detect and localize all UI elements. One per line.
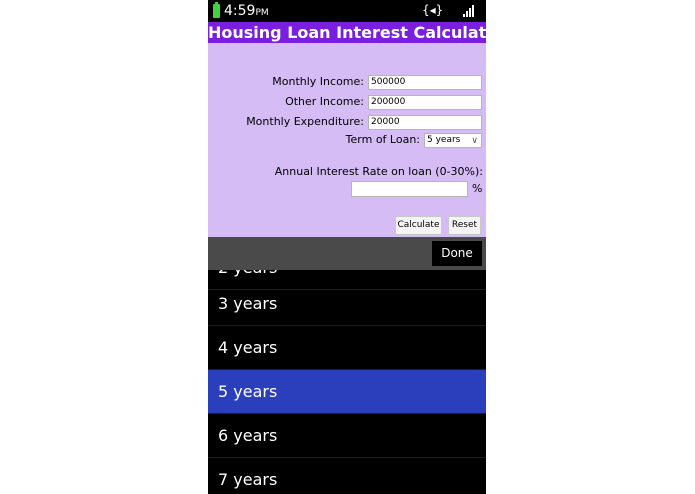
done-button[interactable]: Done	[432, 241, 482, 266]
monthly-income-label: Monthly Income:	[272, 75, 364, 88]
rate-field[interactable]	[351, 181, 468, 197]
other-income-field[interactable]: 200000	[368, 95, 482, 110]
page-title: Housing Loan Interest Calculator	[208, 22, 486, 43]
rate-label: Annual Interest Rate on loan (0-30%):	[274, 165, 483, 178]
monthly-expenditure-field[interactable]: 20000	[368, 115, 482, 130]
battery-icon	[213, 2, 220, 18]
rate-unit: %	[472, 182, 483, 195]
picker-list[interactable]: 2 years 3 years 4 years 5 years 6 years …	[208, 270, 486, 494]
picker-option[interactable]: 7 years	[208, 458, 486, 494]
picker-option[interactable]: 3 years	[208, 282, 486, 326]
term-label: Term of Loan:	[345, 133, 420, 146]
status-ampm: PM	[255, 8, 269, 18]
other-income-label: Other Income:	[285, 95, 364, 108]
picker-option-selected[interactable]: 5 years	[208, 370, 486, 414]
status-bar: 4:59PM {◂}	[208, 0, 486, 22]
picker-option[interactable]: 4 years	[208, 326, 486, 370]
status-time: 4:59PM	[224, 3, 269, 19]
term-select-value: 5 years	[427, 135, 461, 145]
phone-screen: 4:59PM {◂} Housing Loan Interest Calcula…	[208, 0, 486, 494]
vibrate-icon: {◂}	[422, 3, 444, 17]
reset-button[interactable]: Reset	[448, 216, 481, 235]
chevron-down-icon: ∨	[471, 136, 478, 146]
signal-icon	[463, 5, 477, 17]
picker-option[interactable]: 6 years	[208, 414, 486, 458]
calculate-button[interactable]: Calculate	[395, 216, 442, 235]
monthly-income-field[interactable]: 500000	[368, 75, 482, 90]
calculator-form: Monthly Income: 500000 Other Income: 200…	[208, 43, 486, 237]
status-time-value: 4:59	[224, 3, 256, 19]
term-select[interactable]: 5 years ∨	[424, 133, 482, 148]
monthly-expenditure-label: Monthly Expenditure:	[246, 115, 364, 128]
